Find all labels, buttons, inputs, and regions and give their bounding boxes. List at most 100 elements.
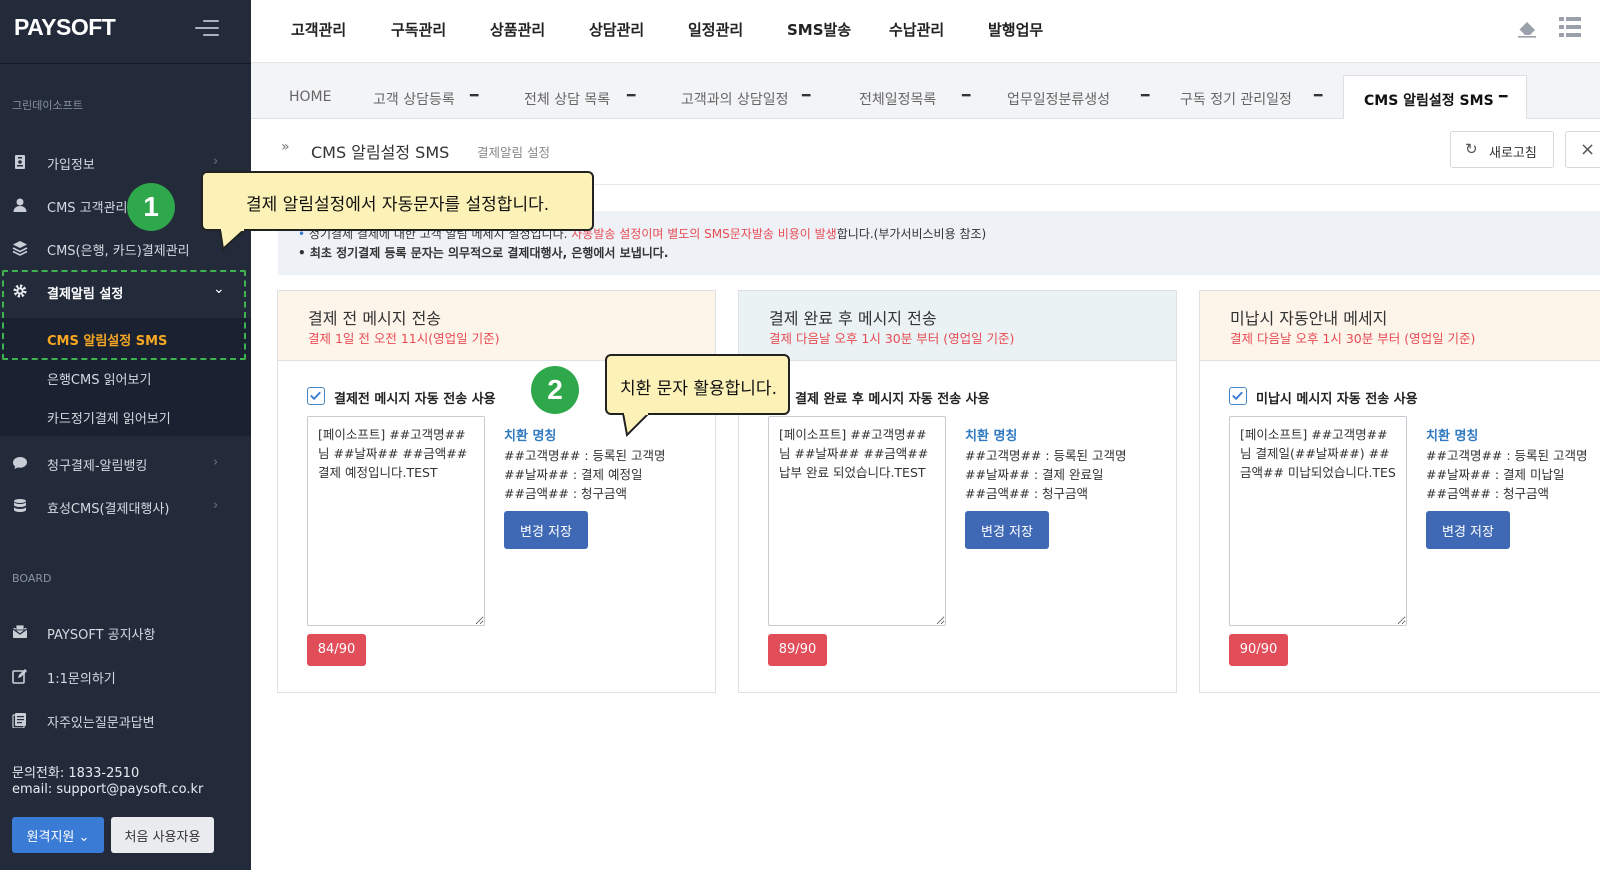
substitution-title: 치환 명칭 [1426, 429, 1479, 444]
card-header: 결제 전 메시지 전송 결제 1일 전 오전 11시(영업일 기준) [278, 291, 715, 361]
company-name: 그린데이소프트 [12, 99, 83, 112]
top-menu-sms[interactable]: SMS발송 [787, 19, 851, 40]
top-menu-schedule[interactable]: 일정관리 [688, 19, 743, 40]
check-icon [310, 391, 321, 401]
chevron-down-icon: ⌄ [78, 829, 90, 845]
top-menu-issuance[interactable]: 발행업무 [988, 19, 1043, 40]
tab-consult-list[interactable]: 전체 상담 목록 ━ [524, 75, 646, 119]
save-changes-button[interactable]: 변경 저장 [504, 511, 588, 549]
callout-text: 결제 알림설정에서 자동문자를 설정합니다. [246, 195, 550, 215]
highlight-box-1 [2, 270, 246, 360]
card-title: 결제 완료 후 메시지 전송 [769, 309, 937, 328]
sidebar-item-inquiry[interactable]: 1:1문의하기 [0, 656, 251, 696]
step-badge-2: 2 [531, 366, 579, 414]
substitution-item: ##금액## : 청구금액 [1426, 486, 1550, 501]
step-badge-1: 1 [127, 183, 175, 231]
card-title: 결제 전 메시지 전송 [308, 309, 442, 328]
sidebar-item-label: 1:1문의하기 [47, 672, 116, 687]
substitution-item: ##금액## : 청구금액 [965, 486, 1089, 501]
save-changes-button[interactable]: 변경 저장 [1426, 511, 1510, 549]
substitution-item: ##고객명## : 등록된 고객명 [965, 448, 1127, 463]
top-menu-subscription[interactable]: 구독관리 [391, 19, 446, 40]
refresh-button[interactable]: ↻ 새로고침 [1450, 131, 1554, 168]
callout-text: 치환 문자 활용합니다. [620, 379, 777, 399]
submenu-item-bank-cms-guide[interactable]: 은행CMS 읽어보기 [47, 369, 151, 388]
substitution-item: ##고객명## : 등록된 고객명 [504, 448, 666, 463]
tab-label: 전체 상담 목록 [524, 92, 611, 108]
notice-text: 합니다.(부가서비스비용 참조) [836, 227, 987, 241]
support-email: email: support@paysoft.co.kr [12, 782, 204, 797]
auto-send-label: 결제 완료 후 메시지 자동 전송 사용 [795, 392, 990, 407]
card-after-payment: 결제 완료 후 메시지 전송 결제 다음날 오후 1시 30분 부터 (영업일 … [738, 290, 1177, 693]
top-menu-bar: 고객관리 구독관리 상품관리 상담관리 일정관리 SMS발송 수납관리 발행업무 [251, 0, 1600, 63]
submenu-item-card-guide[interactable]: 카드정기결제 읽어보기 [47, 408, 171, 427]
substitution-item: ##날짜## : 결제 완료일 [965, 467, 1104, 482]
top-menu-products[interactable]: 상품관리 [490, 19, 545, 40]
remote-support-label: 원격지원 [26, 829, 75, 845]
save-changes-button[interactable]: 변경 저장 [965, 511, 1049, 549]
tab-label: 고객 상담등록 [373, 92, 455, 108]
auto-send-label: 미납시 메시지 자동 전송 사용 [1256, 392, 1418, 407]
message-textarea[interactable]: [페이소프트] ##고객명##님 ##날짜## ##금액## 납부 완료 되었습… [768, 416, 946, 626]
auto-send-checkbox[interactable] [307, 387, 325, 405]
page-subtitle: 결제알림 설정 [477, 145, 550, 160]
tab-label: 고객과의 상담일정 [681, 92, 789, 108]
callout-1: 결제 알림설정에서 자동문자를 설정합니다. [201, 171, 594, 231]
app-root: PAYSOFT 그린데이소프트 가입정보 › CMS 고객관리 CMS(은행, … [0, 0, 1600, 870]
tab-close-icon[interactable]: ━ [1314, 88, 1322, 104]
tab-label: CMS 알림설정 SMS [1364, 93, 1494, 109]
chevron-right-icon: › [213, 498, 219, 513]
sidebar-item-faq[interactable]: 자주있는질문과답변 [0, 700, 251, 740]
chevron-right-icon: › [213, 455, 219, 470]
tab-close-icon[interactable]: ━ [802, 88, 810, 104]
notice-highlight: 자동발송 설정이며 별도의 SMS문자발송 비용이 발생 [571, 227, 837, 241]
sidebar: PAYSOFT 그린데이소프트 가입정보 › CMS 고객관리 CMS(은행, … [0, 0, 251, 870]
callout-pointer [219, 229, 246, 251]
card-subtitle: 결제 1일 전 오전 11시(영업일 기준) [308, 331, 500, 346]
tab-label: 업무일정분류생성 [1007, 92, 1111, 108]
tab-customer-schedule[interactable]: 고객과의 상담일정 ━ [681, 75, 819, 119]
sidebar-item-hyosung-cms[interactable]: 효성CMS(결제대행사) › [0, 486, 251, 526]
tab-close-icon[interactable]: ━ [627, 88, 635, 104]
char-counter-badge: 84/90 [307, 634, 366, 666]
sidebar-item-billing-alert[interactable]: 청구결제-알림뱅킹 › [0, 443, 251, 483]
substitution-title: 치환 명칭 [504, 429, 557, 444]
grid-menu-icon[interactable] [1559, 17, 1581, 37]
tab-home[interactable]: HOME [289, 75, 337, 119]
message-textarea[interactable]: [페이소프트] ##고객명##님 결제일(##날짜##) ##금액## 미납되었… [1229, 416, 1407, 626]
message-textarea[interactable]: [페이소프트] ##고객명##님 ##날짜## ##금액## 결제 예정입니다.… [307, 416, 485, 626]
auto-send-checkbox[interactable] [1229, 387, 1247, 405]
notice-line-2: • 최초 정기결제 등록 문자는 의무적으로 결제대행사, 은행에서 보냅니다. [298, 246, 669, 260]
tab-label: 전체일정목록 [859, 92, 937, 108]
top-menu-payment-collection[interactable]: 수납관리 [889, 19, 944, 40]
sidebar-item-notice[interactable]: PAYSOFT 공지사항 [0, 612, 251, 652]
first-user-button[interactable]: 처음 사용자용 [111, 817, 214, 853]
sidebar-item-cms-payment[interactable]: CMS(은행, 카드)결제관리 [0, 228, 251, 268]
sidebar-item-label: CMS(은행, 카드)결제관리 [47, 244, 190, 259]
top-menu-customers[interactable]: 고객관리 [291, 19, 346, 40]
logo[interactable]: PAYSOFT [14, 14, 116, 41]
tab-cms-sms[interactable]: CMS 알림설정 SMS ━ [1343, 75, 1527, 119]
close-button[interactable]: × [1565, 131, 1600, 168]
tab-close-icon[interactable]: ━ [470, 88, 478, 104]
tab-consult-register[interactable]: 고객 상담등록 ━ [373, 75, 488, 119]
menu-toggle-icon[interactable] [193, 18, 219, 38]
top-menu-consultation[interactable]: 상담관리 [589, 19, 644, 40]
tab-all-schedule[interactable]: 전체일정목록 ━ [859, 75, 984, 119]
tab-subscription-schedule[interactable]: 구독 정기 관리일정 ━ [1180, 75, 1332, 119]
support-phone: 문의전화: 1833-2510 [12, 766, 140, 781]
char-counter-badge: 89/90 [768, 634, 827, 666]
refresh-label: 새로고침 [1489, 146, 1537, 161]
tab-close-icon[interactable]: ━ [962, 88, 970, 104]
database-icon [14, 499, 26, 512]
tab-schedule-category[interactable]: 업무일정분류생성 ━ [1007, 75, 1159, 119]
tab-close-icon[interactable]: ━ [1141, 88, 1149, 104]
card-header: 미납시 자동안내 메세지 결제 다음날 오후 1시 30분 부터 (영업일 기준… [1200, 291, 1600, 361]
tab-bar: HOME 고객 상담등록 ━ 전체 상담 목록 ━ 고객과의 상담일정 ━ 전체일정목… [251, 63, 1600, 119]
tab-close-icon[interactable]: ━ [1499, 89, 1507, 105]
sidebar-item-label: 효성CMS(결제대행사) [47, 502, 170, 517]
remote-support-button[interactable]: 원격지원 ⌄ [12, 817, 104, 853]
substitution-item: ##날짜## : 결제 미납일 [1426, 467, 1565, 482]
auto-send-label: 결제전 메시지 자동 전송 사용 [334, 392, 496, 407]
eraser-icon[interactable] [1516, 17, 1538, 39]
